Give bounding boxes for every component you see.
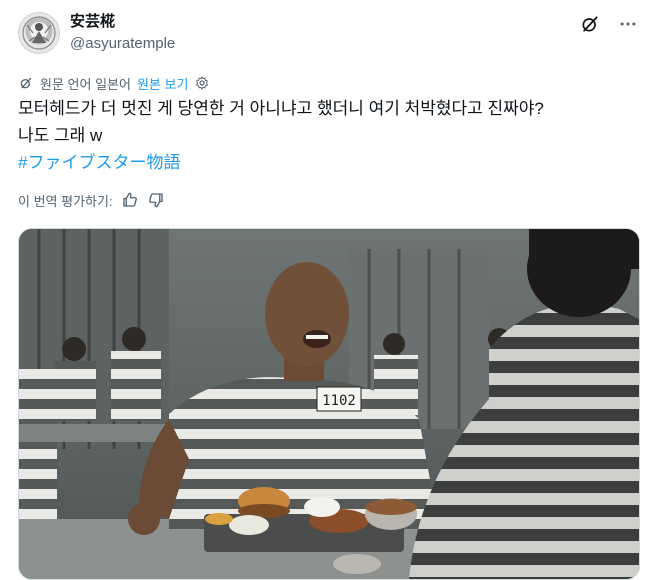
author-handle[interactable]: @asyuratemple (70, 34, 175, 54)
grok-icon[interactable] (580, 14, 600, 34)
translation-info: 원문 언어 일본어 원본 보기 (18, 73, 210, 93)
post-text: 모터헤드가 더 멋진 게 당연한 거 아니냐고 했더니 여기 처박혔다고 진짜야… (18, 95, 638, 176)
more-options-icon[interactable] (618, 14, 638, 34)
show-original-link[interactable]: 원본 보기 (137, 74, 188, 93)
post-text-line-2: 나도 그래 w (18, 126, 103, 145)
author-display-name[interactable]: 安芸椛 (70, 12, 175, 32)
rate-translation-label: 이 번역 평가하기: (18, 193, 113, 209)
thumbs-down-icon[interactable] (147, 191, 165, 209)
post-text-line-1: 모터헤드가 더 멋진 게 당연한 거 아니냐고 했더니 여기 처박혔다고 진짜야… (18, 99, 544, 118)
gear-icon[interactable] (194, 75, 210, 91)
source-language-label: 원문 언어 일본어 (40, 76, 131, 92)
thumbs-up-icon[interactable] (121, 191, 139, 209)
avatar[interactable] (18, 12, 60, 54)
rate-translation: 이 번역 평가하기: (18, 190, 165, 210)
author-names: 安芸椛 @asyuratemple (70, 12, 175, 54)
hashtag-link[interactable]: #ファイブスター物語 (18, 153, 180, 172)
shirt-number: 1102 (322, 393, 356, 409)
translate-icon (20, 77, 32, 89)
post-card: 安芸椛 @asyuratemple 원문 언어 일본어 원본 보기 모터헤드가 … (0, 0, 652, 580)
post-image[interactable]: 1102 (18, 228, 640, 580)
post-header: 安芸椛 @asyuratemple (18, 12, 638, 56)
